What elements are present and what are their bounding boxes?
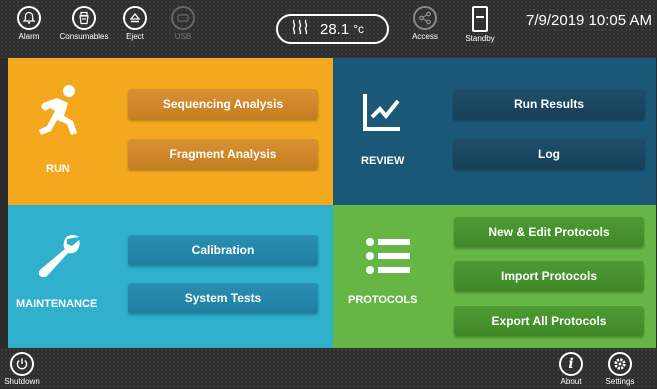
- export-all-protocols-button[interactable]: Export All Protocols: [454, 306, 644, 336]
- temperature-unit: °c: [353, 22, 365, 36]
- maintenance-tile: MAINTENANCE Calibration System Tests: [8, 205, 333, 348]
- calibration-button[interactable]: Calibration: [128, 235, 318, 265]
- run-tile: RUN Sequencing Analysis Fragment Analysi…: [8, 58, 333, 205]
- gear-icon: [608, 352, 632, 376]
- running-person-icon: [35, 83, 85, 148]
- temperature-display[interactable]: 28.1 °c: [276, 14, 389, 44]
- datetime: 7/9/2019 10:05 AM: [526, 12, 652, 29]
- bell-icon: [17, 6, 41, 30]
- sequencing-analysis-button[interactable]: Sequencing Analysis: [128, 89, 318, 119]
- about-button[interactable]: i About: [551, 352, 591, 386]
- standby-button[interactable]: Standby: [455, 6, 505, 43]
- consumables-button[interactable]: Consumables: [56, 6, 112, 41]
- run-label: RUN: [46, 163, 70, 175]
- share-icon: [413, 6, 437, 30]
- eject-button[interactable]: Eject: [110, 6, 160, 41]
- access-button[interactable]: Access: [400, 6, 450, 41]
- protocols-tile: PROTOCOLS New & Edit Protocols Import Pr…: [333, 205, 656, 348]
- maintenance-label: MAINTENANCE: [16, 298, 98, 310]
- run-results-button[interactable]: Run Results: [453, 89, 645, 119]
- log-button[interactable]: Log: [453, 139, 645, 169]
- alarm-button[interactable]: Alarm: [4, 6, 54, 41]
- import-protocols-button[interactable]: Import Protocols: [454, 261, 644, 291]
- review-label: REVIEW: [361, 155, 405, 167]
- protocols-label: PROTOCOLS: [348, 294, 418, 306]
- consumables-icon: [72, 6, 96, 30]
- fragment-analysis-button[interactable]: Fragment Analysis: [128, 139, 318, 169]
- new-edit-protocols-button[interactable]: New & Edit Protocols: [454, 217, 644, 247]
- wrench-icon: [35, 233, 81, 286]
- system-tests-button[interactable]: System Tests: [128, 283, 318, 313]
- temperature-value: 28.1: [320, 20, 350, 38]
- settings-button[interactable]: Settings: [600, 352, 640, 386]
- standby-icon: [472, 6, 488, 32]
- eject-icon: [123, 6, 147, 30]
- usb-button[interactable]: USB: [158, 6, 208, 41]
- usb-icon: [171, 6, 195, 30]
- info-icon: i: [559, 352, 583, 376]
- heater-icon: [290, 19, 310, 40]
- bottom-bar: Shutdown i About Settings: [0, 348, 657, 389]
- top-bar: Alarm Consumables Eject USB 28.1 °c Acce…: [0, 0, 657, 58]
- line-chart-icon: [362, 92, 402, 137]
- list-icon: [366, 238, 410, 279]
- review-tile: REVIEW Run Results Log: [333, 58, 656, 205]
- shutdown-button[interactable]: Shutdown: [2, 352, 42, 386]
- power-icon: [10, 352, 34, 376]
